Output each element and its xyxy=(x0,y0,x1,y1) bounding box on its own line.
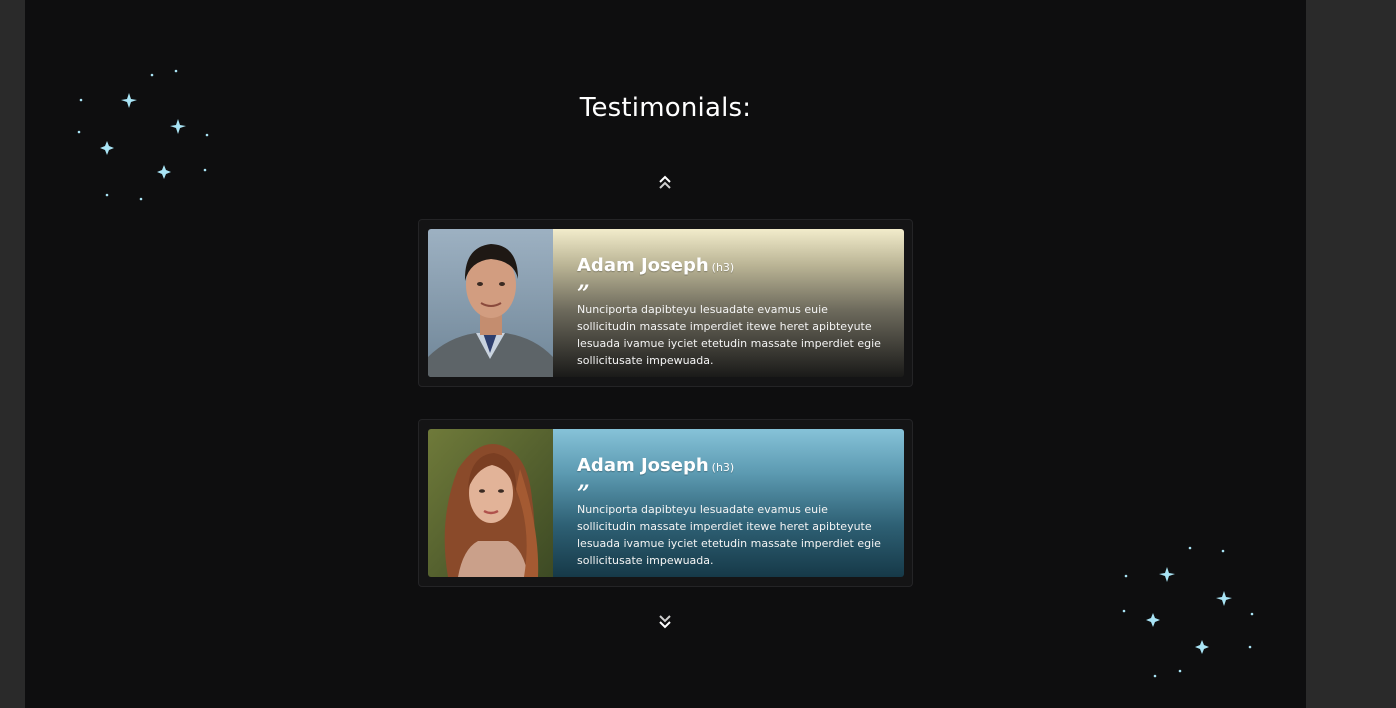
quote-icon: ” xyxy=(577,481,590,507)
heading-tag: (h3) xyxy=(711,461,735,474)
testimonial-name: Adam Joseph (h3) xyxy=(577,455,735,476)
sparkles-decoration-bottom-right xyxy=(1122,546,1254,678)
quote-icon: ” xyxy=(577,281,590,307)
testimonial-photo-man xyxy=(428,229,553,377)
testimonial-content: Adam Joseph (h3) ” Nunciporta dapibteyu l… xyxy=(553,229,904,377)
double-chevron-down-icon xyxy=(659,615,671,629)
testimonial-photo-woman xyxy=(428,429,553,577)
testimonial-text: Nunciporta dapibteyu lesuadate evamus eu… xyxy=(577,303,881,367)
testimonial-text: Nunciporta dapibteyu lesuadate evamus eu… xyxy=(577,503,881,567)
scroll-down-button[interactable] xyxy=(655,612,675,632)
sparkles-decoration-top-left xyxy=(77,69,209,201)
testimonial-card: Adam Joseph (h3) ” Nunciporta dapibteyu l… xyxy=(418,219,913,387)
section-title: Testimonials: xyxy=(579,93,752,123)
testimonial-content: Adam Joseph (h3) ” Nunciporta dapibteyu l… xyxy=(553,429,904,577)
testimonials-section: Testimonials: Adam Joseph (h3) ” Nuncipo… xyxy=(25,0,1306,708)
heading-tag: (h3) xyxy=(711,261,735,274)
testimonial-name: Adam Joseph (h3) xyxy=(577,255,735,276)
double-chevron-up-icon xyxy=(659,175,671,189)
scroll-up-button[interactable] xyxy=(655,173,675,193)
testimonial-card: Adam Joseph (h3) ” Nunciporta dapibteyu l… xyxy=(418,419,913,587)
